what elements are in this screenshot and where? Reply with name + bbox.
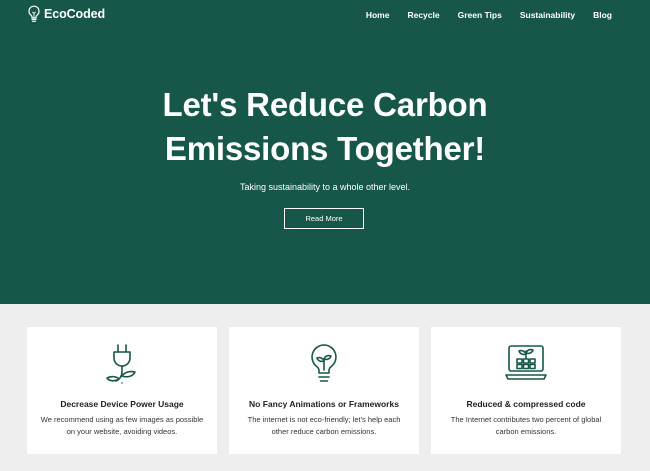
hero-section: EcoCoded Home Recycle Green Tips Sustain… — [0, 0, 650, 304]
read-more-button[interactable]: Read More — [284, 208, 364, 229]
brand-logo[interactable]: EcoCoded — [27, 5, 105, 23]
nav-sustainability[interactable]: Sustainability — [520, 10, 575, 20]
feature-text: The internet is not eco-friendly; let's … — [247, 415, 401, 436]
hero-subtitle: Taking sustainability to a whole other l… — [239, 182, 411, 192]
feature-title: Reduced & compressed code — [466, 399, 586, 409]
nav-green-tips[interactable]: Green Tips — [458, 10, 502, 20]
nav-blog[interactable]: Blog — [593, 10, 612, 20]
feature-card-no-animations: No Fancy Animations or Frameworks The in… — [229, 327, 419, 454]
feature-title: Decrease Device Power Usage — [60, 399, 184, 409]
nav-home[interactable]: Home — [366, 10, 390, 20]
lightbulb-icon — [28, 5, 40, 22]
feature-card-power-usage: Decrease Device Power Usage We recommend… — [27, 327, 217, 454]
feature-text: The Internet contributes two percent of … — [450, 415, 602, 436]
nav-recycle[interactable]: Recycle — [407, 10, 439, 20]
power-plug-plant-icon — [106, 344, 136, 384]
hero-title: Let's Reduce Carbon Emissions Together! — [0, 83, 650, 171]
lightbulb-icon — [311, 344, 337, 382]
feature-card-compressed-code: Reduced & compressed code The Internet c… — [431, 327, 621, 454]
feature-text: We recommend using as few images as poss… — [40, 415, 204, 436]
feature-title: No Fancy Animations or Frameworks — [249, 399, 399, 409]
hero-title-line-2: Emissions Together! — [164, 130, 486, 167]
laptop-plant-icon — [505, 345, 547, 380]
brand-name: EcoCoded — [44, 7, 106, 21]
hero-title-line-1: Let's Reduce Carbon — [162, 86, 488, 123]
main-nav: Home Recycle Green Tips Sustainability B… — [366, 10, 612, 20]
